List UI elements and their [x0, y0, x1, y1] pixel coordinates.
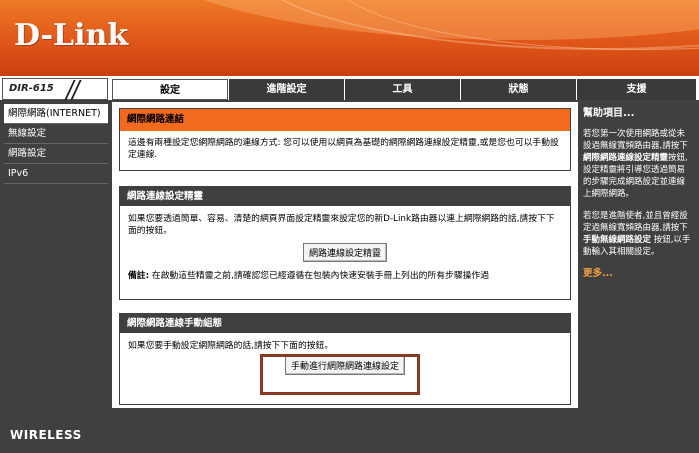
help-emphasis: 手動無線網路設定 [583, 235, 652, 245]
router-admin-page: D-Link DIR-615 設定 進階設定 工具 狀態 支援 網際網路(INT… [0, 0, 699, 453]
connection-wizard-button[interactable]: 網路連線設定精靈 [302, 243, 387, 262]
sidebar-item-ipv6[interactable]: IPv6 [4, 164, 108, 184]
sidebar: 網際網路(INTERNET) 無線設定 網路設定 IPv6 [4, 104, 108, 410]
section-title: 網際網路連結 [120, 109, 570, 131]
section-title: 網路連線設定精靈 [120, 187, 570, 206]
button-row: 網路連線設定精靈 [120, 243, 570, 262]
wireless-logo: WIRELESS [10, 428, 82, 442]
help-text: 若您第一次使用網路或從未設過無線寬頻路由器,請按下 [583, 129, 688, 151]
sidebar-item-wireless[interactable]: 無線設定 [4, 124, 108, 144]
slash-decoration-icon [63, 80, 81, 98]
model-badge: DIR-615 [2, 78, 108, 100]
footer: WIRELESS [0, 420, 699, 453]
dlink-logo: D-Link [14, 18, 129, 53]
help-emphasis: 網際網路連線設定精靈 [583, 153, 669, 163]
help-paragraph: 若您第一次使用網路或從未設過無線寬頻路由器,請按下網際網路連線設定精靈按鈕,設定… [583, 128, 691, 200]
sidebar-item-network[interactable]: 網路設定 [4, 144, 108, 164]
section-description: 這邊有兩種設定您網際網路的連線方式: 您可以使用以網頁為基礎的網際網路連線設定精… [128, 138, 559, 160]
wizard-section: 網路連線設定精靈 如果您要透過簡單、容易、清楚的網頁界面設定精靈來設定您的新D-… [119, 186, 571, 300]
wizard-note: 備註: 在啟動這些精靈之前,請確認您已經遵循在包裝內快速安裝手冊上列出的所有步驟… [120, 262, 570, 282]
main-content: 網際網路連結 這邊有兩種設定您網際網路的連線方式: 您可以使用以網頁為基礎的網際… [112, 102, 578, 408]
top-nav: DIR-615 設定 進階設定 工具 狀態 支援 [0, 78, 699, 100]
note-text: 在啟動這些精靈之前,請確認您已經遵循在包裝內快速安裝手冊上列出的所有步驟操作過 [149, 271, 490, 281]
model-name: DIR-615 [9, 83, 54, 94]
help-more-link[interactable]: 更多... [583, 268, 691, 280]
tab-tools[interactable]: 工具 [344, 79, 460, 100]
help-paragraph: 若您是進階使者,並且曾經設定過無線寬頻路由器,請按下手動無線網路設定 按鈕,以手… [583, 210, 691, 258]
header-banner: D-Link [0, 0, 699, 76]
section-description: 如果您要透過簡單、容易、清楚的網頁界面設定精靈來設定您的新D-Link路由器以連… [128, 214, 555, 236]
tab-setup[interactable]: 設定 [112, 79, 228, 100]
sidebar-item-internet[interactable]: 網際網路(INTERNET) [4, 104, 108, 124]
tab-status[interactable]: 狀態 [460, 79, 576, 100]
highlight-box [260, 354, 420, 395]
help-title: 幫助項目... [583, 108, 635, 119]
tab-support[interactable]: 支援 [576, 79, 696, 100]
tab-advanced[interactable]: 進階設定 [228, 79, 344, 100]
section-title: 網際網路連線手動組態 [120, 314, 570, 333]
note-label: 備註: [128, 271, 150, 281]
help-panel: 幫助項目... 若您第一次使用網路或從未設過無線寬頻路由器,請按下網際網路連線設… [580, 102, 695, 408]
help-text: 若您是進階使者,並且曾經設定過無線寬頻路由器,請按下 [583, 211, 688, 233]
internet-connection-section: 網際網路連結 這邊有兩種設定您網際網路的連線方式: 您可以使用以網頁為基礎的網際… [119, 108, 571, 171]
section-description: 如果您要手動設定網際網路的話,請按下下面的按鈕。 [128, 341, 334, 351]
